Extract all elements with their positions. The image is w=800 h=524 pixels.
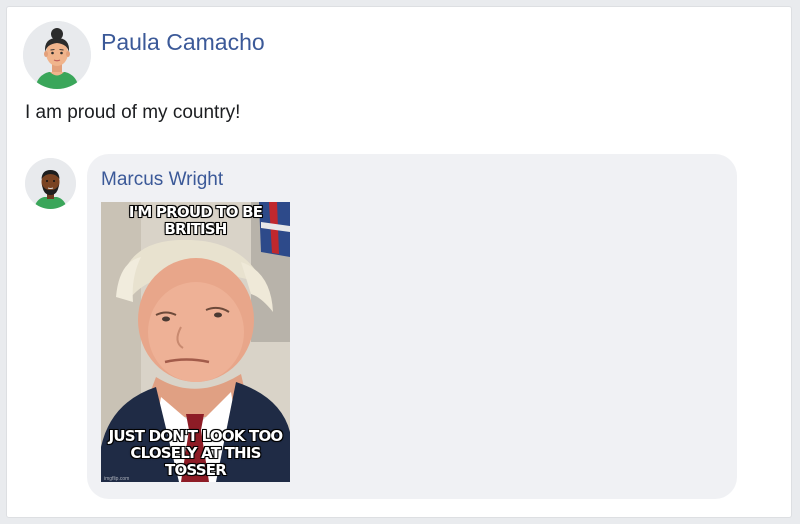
post-header: Paula Camacho — [23, 21, 265, 89]
comment-author-name[interactable]: Marcus Wright — [101, 169, 223, 191]
post-card: Paula Camacho I am proud of my country! … — [6, 6, 792, 518]
comment-avatar[interactable] — [25, 158, 76, 209]
meme-top-caption: I'M PROUD TO BE BRITISH — [128, 203, 263, 238]
avatar[interactable] — [23, 21, 91, 89]
man-avatar-icon — [25, 158, 76, 209]
meme-image[interactable]: I'M PROUD TO BE BRITISH JUST DON'T LOOK … — [101, 202, 290, 482]
post-text: I am proud of my country! — [25, 102, 241, 123]
woman-avatar-icon — [23, 21, 91, 89]
meme-watermark: imgflip.com — [104, 476, 130, 482]
post-author-name[interactable]: Paula Camacho — [101, 29, 265, 55]
meme-bottom-caption: JUST DON'T LOOK TOO CLOSELY AT THIS TOSS… — [108, 427, 284, 479]
comment-bubble: Marcus Wright I'M PROUD TO BE BRITISH JU… — [87, 154, 737, 499]
